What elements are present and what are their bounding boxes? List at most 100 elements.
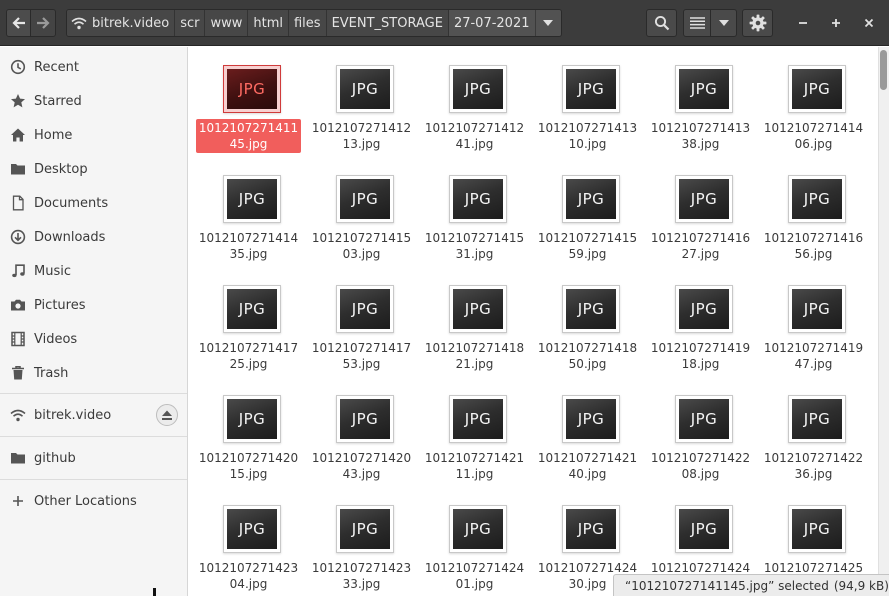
- crumb-bitrek-video[interactable]: bitrek.video: [67, 10, 176, 36]
- file-name-line: 1012107271417: [198, 341, 299, 355]
- file-name: 1012107271419 47.jpg: [761, 339, 866, 373]
- file-item[interactable]: JPG 1012107271414 06.jpg: [757, 47, 870, 157]
- file-item[interactable]: JPG 1012107271418 50.jpg: [531, 267, 644, 377]
- file-name: 1012107271413 10.jpg: [535, 119, 640, 153]
- file-item[interactable]: JPG 1012107271413 10.jpg: [531, 47, 644, 157]
- file-name-line: 1012107271420: [198, 451, 299, 465]
- file-item[interactable]: JPG 1012107271415 59.jpg: [531, 157, 644, 267]
- sidebar-item-videos[interactable]: Videos: [0, 324, 187, 354]
- file-item[interactable]: JPG 1012107271413 38.jpg: [644, 47, 757, 157]
- sidebar-item-github[interactable]: github: [0, 443, 187, 473]
- sidebar-item-home[interactable]: Home: [0, 120, 187, 150]
- file-thumbnail: JPG: [675, 65, 733, 113]
- document-icon: [9, 194, 27, 212]
- file-item[interactable]: JPG 1012107271421 11.jpg: [418, 377, 531, 487]
- sidebar-item-recent[interactable]: Recent: [0, 52, 187, 82]
- file-item[interactable]: JPG 1012107271422 36.jpg: [757, 377, 870, 487]
- file-item[interactable]: JPG 1012107271422 08.jpg: [644, 377, 757, 487]
- file-thumbnail: JPG: [562, 65, 620, 113]
- file-item[interactable]: JPG 1012107271412 41.jpg: [418, 47, 531, 157]
- jpg-icon: JPG: [340, 179, 390, 219]
- maximize-button[interactable]: [823, 9, 849, 37]
- close-button[interactable]: [856, 9, 882, 37]
- minimize-button[interactable]: [790, 9, 816, 37]
- sidebar-item-pictures[interactable]: Pictures: [0, 290, 187, 320]
- minimize-icon: [799, 22, 807, 24]
- eject-button[interactable]: [156, 404, 178, 426]
- crumb-www[interactable]: www: [205, 10, 249, 36]
- file-item[interactable]: JPG 1012107271411 45.jpg: [192, 47, 305, 157]
- view-options-button[interactable]: [711, 9, 737, 37]
- scrollbar-thumb[interactable]: [880, 50, 887, 90]
- file-name: 1012107271417 25.jpg: [196, 339, 301, 373]
- jpg-icon: JPG: [679, 179, 729, 219]
- home-icon: [9, 126, 27, 144]
- file-name-line: 56.jpg: [794, 247, 833, 261]
- sidebar-item-network-mount[interactable]: bitrek.video: [0, 400, 187, 430]
- sidebar-item-trash[interactable]: Trash: [0, 358, 187, 388]
- sidebar-item-downloads[interactable]: Downloads: [0, 222, 187, 252]
- file-name: 1012107271423 33.jpg: [309, 559, 414, 593]
- sidebar-item-label: Other Locations: [34, 493, 137, 509]
- view-toggle-button[interactable]: [683, 9, 711, 37]
- file-name-line: 1012107271419: [763, 341, 864, 355]
- file-item[interactable]: JPG 1012107271420 15.jpg: [192, 377, 305, 487]
- file-name-line: 53.jpg: [342, 357, 381, 371]
- folder-icon: [9, 449, 27, 467]
- jpg-icon: JPG: [340, 289, 390, 329]
- file-item[interactable]: JPG 1012107271412 13.jpg: [305, 47, 418, 157]
- file-item[interactable]: JPG 1012107271423 33.jpg: [305, 487, 418, 596]
- file-item[interactable]: JPG 1012107271423 04.jpg: [192, 487, 305, 596]
- sidebar-item-label: Videos: [34, 331, 78, 347]
- file-item[interactable]: JPG 1012107271416 27.jpg: [644, 157, 757, 267]
- crumb-label: files: [293, 15, 321, 31]
- file-name: 1012107271414 35.jpg: [196, 229, 301, 263]
- file-thumbnail: JPG: [336, 285, 394, 333]
- film-icon: [9, 330, 27, 348]
- file-thumbnail: JPG: [336, 505, 394, 553]
- crumb-current-folder[interactable]: 27-07-2021: [448, 10, 535, 36]
- search-button[interactable]: [646, 9, 677, 37]
- jpg-icon: JPG: [453, 509, 503, 549]
- file-name: 1012107271421 11.jpg: [422, 449, 527, 483]
- sidebar-item-other-locations[interactable]: Other Locations: [0, 486, 187, 516]
- file-name: 1012107271424 01.jpg: [422, 559, 527, 593]
- file-name-line: 1012107271422: [763, 451, 864, 465]
- file-item[interactable]: JPG 1012107271424 01.jpg: [418, 487, 531, 596]
- sidebar-item-music[interactable]: Music: [0, 256, 187, 286]
- file-item[interactable]: JPG 1012107271420 43.jpg: [305, 377, 418, 487]
- file-item[interactable]: JPG 1012107271421 40.jpg: [531, 377, 644, 487]
- crumb-scr[interactable]: scr: [175, 10, 206, 36]
- file-item[interactable]: JPG 1012107271416 56.jpg: [757, 157, 870, 267]
- file-item[interactable]: JPG 1012107271419 47.jpg: [757, 267, 870, 377]
- back-button[interactable]: [6, 9, 31, 37]
- sidebar-item-documents[interactable]: Documents: [0, 188, 187, 218]
- file-item[interactable]: JPG 1012107271419 18.jpg: [644, 267, 757, 377]
- sidebar-item-desktop[interactable]: Desktop: [0, 154, 187, 184]
- file-item[interactable]: JPG 1012107271417 53.jpg: [305, 267, 418, 377]
- jpg-icon: JPG: [679, 399, 729, 439]
- scrollbar[interactable]: [878, 47, 889, 596]
- file-name: 1012107271414 06.jpg: [761, 119, 866, 153]
- file-item[interactable]: JPG 1012107271418 21.jpg: [418, 267, 531, 377]
- file-thumbnail: JPG: [223, 175, 281, 223]
- jpg-icon: JPG: [679, 69, 729, 109]
- file-item[interactable]: JPG 1012107271414 35.jpg: [192, 157, 305, 267]
- forward-button[interactable]: [31, 9, 56, 37]
- file-name-line: 15.jpg: [229, 467, 268, 481]
- crumb-files[interactable]: files: [288, 10, 327, 36]
- file-item[interactable]: JPG 1012107271415 31.jpg: [418, 157, 531, 267]
- sidebar-item-label: Trash: [34, 365, 69, 381]
- path-menu-button[interactable]: [534, 10, 561, 36]
- status-size: (94,9 kB): [833, 578, 889, 593]
- crumb-html[interactable]: html: [248, 10, 289, 36]
- file-thumbnail: JPG: [336, 395, 394, 443]
- crumb-event-storage[interactable]: EVENT_STORAGE: [326, 10, 449, 36]
- menu-button[interactable]: [742, 9, 773, 37]
- file-name-line: 33.jpg: [342, 577, 381, 591]
- file-item[interactable]: JPG 1012107271417 25.jpg: [192, 267, 305, 377]
- file-item[interactable]: JPG 1012107271415 03.jpg: [305, 157, 418, 267]
- file-thumbnail: JPG: [223, 285, 281, 333]
- file-name-line: 13.jpg: [342, 137, 381, 151]
- sidebar-item-starred[interactable]: Starred: [0, 86, 187, 116]
